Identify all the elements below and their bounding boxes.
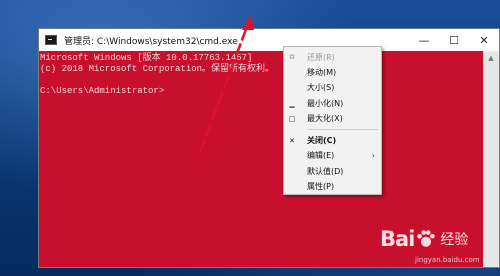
baidu-jingyan-watermark: Bai 经验	[380, 224, 498, 254]
paw-logo-icon	[417, 230, 436, 247]
watermark-brand-cn: 经验	[440, 232, 469, 248]
watermark-brand: Bai	[380, 227, 415, 251]
watermark-url: jingyan.baidu.com	[415, 256, 480, 264]
